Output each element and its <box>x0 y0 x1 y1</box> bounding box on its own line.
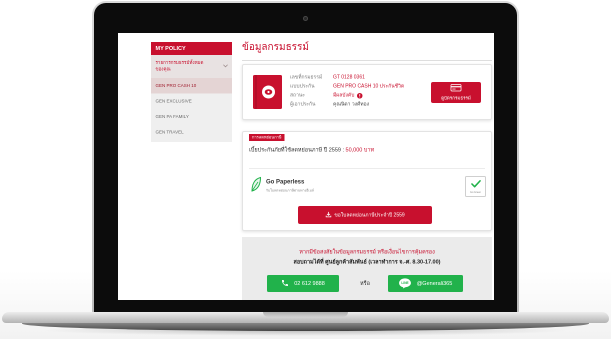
sidebar: MY POLICY รายการกรมธรรม์ทั้งหมด ของคุณ G… <box>151 42 232 142</box>
line-logo-icon: LINE <box>399 277 412 290</box>
go-green-label: Go Green <box>470 191 481 194</box>
laptop-mockup-scene: MY POLICY รายการกรมธรรม์ทั้งหมด ของคุณ G… <box>0 0 611 339</box>
phone-icon <box>281 279 289 289</box>
policy-book-icon <box>253 75 282 109</box>
policy-holder-row: ผู้เอาประกัน คุณนิดา วงศ์ทอง <box>290 100 404 109</box>
laptop-lid: MY POLICY รายการกรมธรรม์ทั้งหมด ของคุณ G… <box>92 1 519 314</box>
tax-deduction-tag: การลดหย่อนภาษี <box>249 134 285 141</box>
policy-number-value: GT 0128 0361 <box>333 74 365 81</box>
tax-deduction-card: การลดหย่อนภาษี เบี้ยประกันภัยที่ใช้ลดหย่… <box>242 131 492 231</box>
card-icon <box>450 83 462 93</box>
sidebar-item-gen-travel[interactable]: GEN TRAVEL <box>151 125 232 141</box>
policy-summary-card: เลขที่กรมธรรม์ GT 0128 0361 แบบประกัน GE… <box>242 64 492 120</box>
line-logo-text: LINE <box>402 281 409 285</box>
sidebar-item-gen-pa-family[interactable]: GEN PA FAMILY <box>151 109 232 125</box>
policy-details: เลขที่กรมธรรม์ GT 0128 0361 แบบประกัน GE… <box>290 73 404 109</box>
view-policy-card-label: ดูบัตรกรมธรรม์ <box>441 95 471 101</box>
policy-plan-label: แบบประกัน <box>290 83 315 90</box>
policy-status-value: มีผลบังคับ <box>333 92 355 99</box>
laptop-base <box>2 312 609 323</box>
page-title: ข้อมูลกรมธรรม์ <box>242 41 310 53</box>
go-paperless-subtitle: รับใบลดหย่อนภาษีผ่านทางอีเมล์ <box>266 189 315 193</box>
policy-holder-value: คุณนิดา วงศ์ทอง <box>333 101 370 108</box>
policy-number-row: เลขที่กรมธรรม์ GT 0128 0361 <box>290 73 404 82</box>
sidebar-item-gen-pro-cash-10[interactable]: GEN PRO CASH 10 <box>151 78 232 94</box>
leaf-icon <box>250 176 262 193</box>
tax-premium-label: เบี้ยประกันภัยที่ใช้ลดหย่อนภาษี ปี 2559 … <box>249 147 346 153</box>
policy-page: MY POLICY รายการกรมธรรม์ทั้งหมด ของคุณ G… <box>118 33 494 300</box>
sidebar-item-gen-exclusive[interactable]: GEN EXCLUSIVE <box>151 94 232 110</box>
laptop-lid-notch <box>263 312 348 317</box>
request-tax-certificate-label: ขอใบลดหย่อนภาษีประจำปี 2559 <box>334 212 405 218</box>
status-alert-icon[interactable] <box>356 92 363 99</box>
screen-bezel: MY POLICY รายการกรมธรรม์ทั้งหมด ของคุณ G… <box>94 3 517 314</box>
contact-section: หากมีข้อสงสัยในข้อมูลกรมธรรม์ หรือเงื่อน… <box>242 237 492 300</box>
policy-plan-row: แบบประกัน GEN PRO CASH 10 ประกันชีวิต <box>290 82 404 91</box>
screen: MY POLICY รายการกรมธรรม์ทั้งหมด ของคุณ G… <box>118 33 494 300</box>
contact-hours-text: สอบถามได้ที่ ศูนย์ลูกค้าสัมพันธ์ (เวลาทำ… <box>293 259 441 265</box>
view-policy-card-button[interactable]: ดูบัตรกรมธรรม์ <box>431 82 481 103</box>
webcam-icon <box>303 16 308 21</box>
request-tax-certificate-button[interactable]: ขอใบลดหย่อนภาษีประจำปี 2559 <box>298 206 432 224</box>
policy-plan-value: GEN PRO CASH 10 ประกันชีวิต <box>333 83 405 90</box>
checkmark-icon <box>471 180 482 189</box>
tax-card-divider <box>249 168 485 169</box>
tax-premium-line: เบี้ยประกันภัยที่ใช้ลดหย่อนภาษี ปี 2559 … <box>249 145 374 155</box>
go-paperless-title: Go Paperless <box>266 178 305 185</box>
title-divider <box>242 60 492 61</box>
chevron-down-icon <box>223 64 228 68</box>
policy-status-row: สถานะ มีผลบังคับ <box>290 91 404 100</box>
sidebar-all-policies-label: รายการกรมธรรม์ทั้งหมด ของคุณ <box>155 60 204 72</box>
or-label: หรือ <box>360 280 370 287</box>
call-center-button[interactable]: 02 612 9888 <box>267 275 339 292</box>
line-official-button[interactable]: LINE @Generali365 <box>388 275 463 292</box>
call-center-number: 02 612 9888 <box>294 280 325 287</box>
policy-status-label: สถานะ <box>290 92 305 99</box>
sidebar-all-policies-toggle[interactable]: รายการกรมธรรม์ทั้งหมด ของคุณ <box>151 55 232 78</box>
sidebar-header: MY POLICY <box>151 42 232 55</box>
tax-premium-amount: 50,000 บาท <box>345 147 375 153</box>
go-paperless-checkbox[interactable]: Go Green <box>465 176 486 197</box>
contact-question-text: หากมีข้อสงสัยในข้อมูลกรมธรรม์ หรือเงื่อน… <box>299 249 435 255</box>
policy-number-label: เลขที่กรมธรรม์ <box>290 74 323 81</box>
policy-holder-label: ผู้เอาประกัน <box>290 101 316 108</box>
line-official-id: @Generali365 <box>416 280 453 287</box>
download-icon <box>325 211 332 219</box>
